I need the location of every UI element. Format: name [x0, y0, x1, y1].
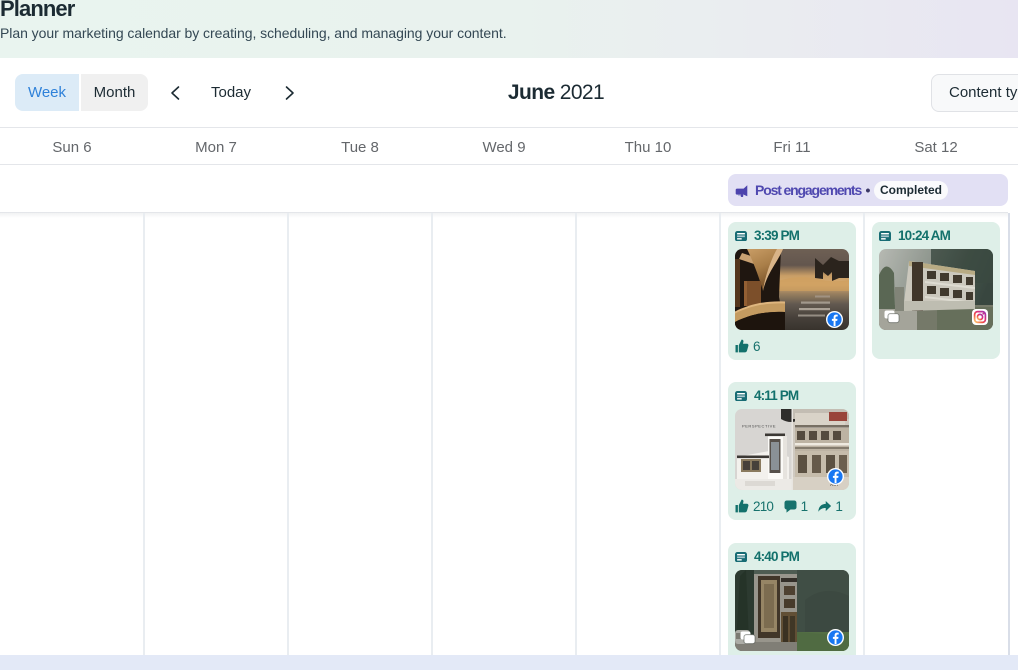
- svg-text:PERSPECTIVE: PERSPECTIVE: [742, 424, 776, 429]
